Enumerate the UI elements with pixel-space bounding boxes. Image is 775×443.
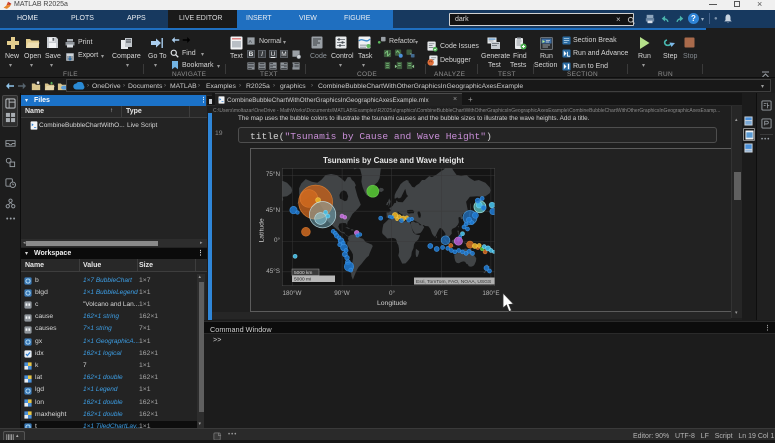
svg-text:5000 mi: 5000 mi (294, 277, 311, 283)
svg-text:Esri, TomTom, FAO, NOAA, USGS: Esri, TomTom, FAO, NOAA, USGS (416, 279, 492, 285)
svg-text:5000 km: 5000 km (294, 270, 312, 276)
